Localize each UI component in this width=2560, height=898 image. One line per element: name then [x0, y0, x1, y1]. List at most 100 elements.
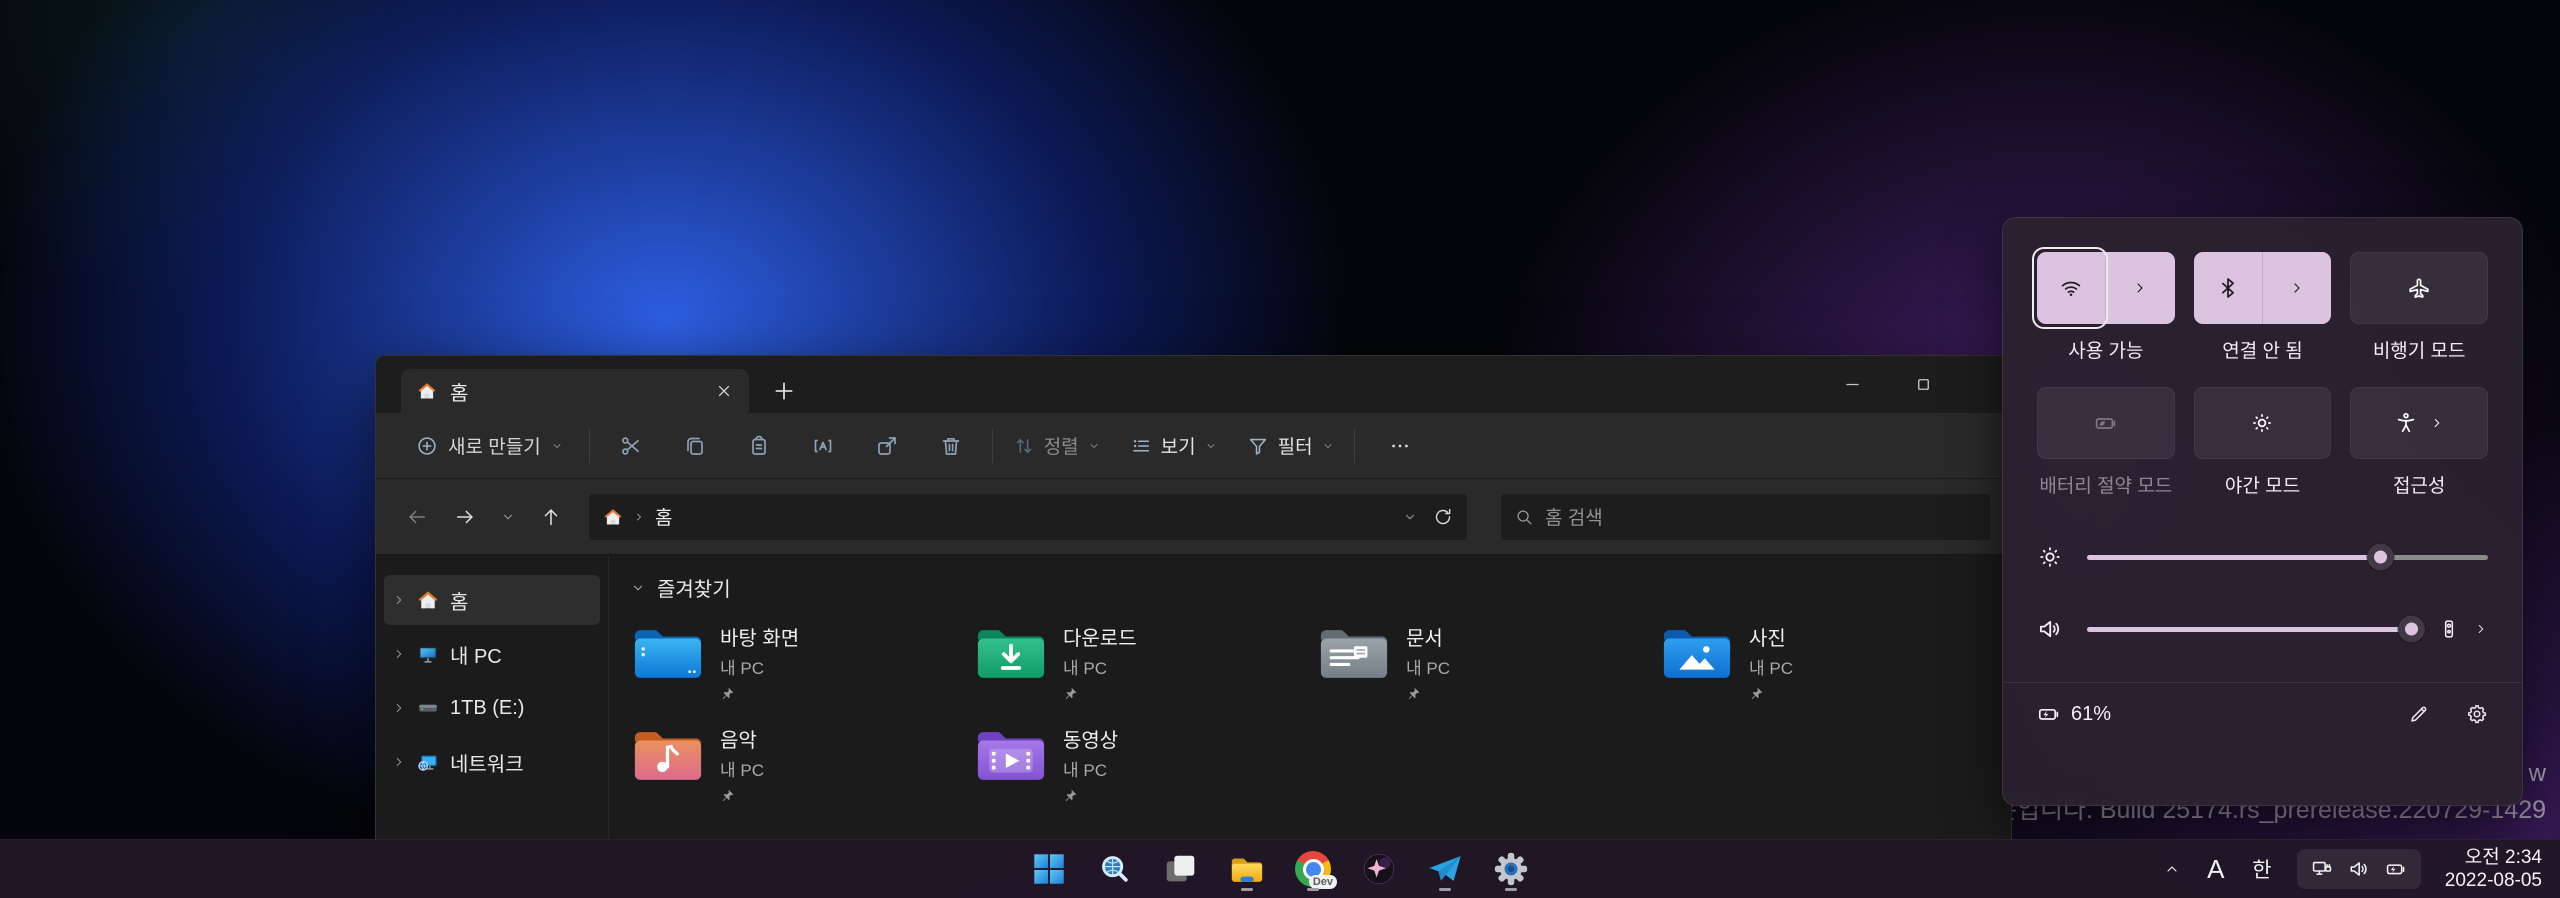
hidden-icons-button[interactable]	[2155, 849, 2189, 889]
cut-button[interactable]	[610, 425, 652, 467]
explorer-toolbar: 새로 만들기 정렬 보기 필터	[376, 413, 2011, 479]
taskbar-apps: Dev	[1026, 840, 1534, 898]
pictures-folder-icon	[1660, 622, 1734, 682]
audio-output-icon[interactable]	[2438, 618, 2460, 640]
brightness-track[interactable]	[2087, 555, 2488, 560]
folder-tile-pictures[interactable]: 사진 내 PC	[1660, 622, 2003, 724]
minimize-button[interactable]	[1843, 375, 1862, 394]
quick-toggle-airplane-mode[interactable]	[2350, 252, 2488, 324]
taskbar-task-view[interactable]	[1158, 846, 1204, 892]
explorer-tab-home[interactable]: 홈	[401, 369, 749, 413]
arrow-left-icon	[406, 506, 428, 528]
chevron-right-icon[interactable]	[2474, 622, 2488, 636]
settings-gear-button[interactable]	[2466, 703, 2488, 725]
share-icon	[875, 434, 899, 458]
taskbar-start[interactable]	[1026, 846, 1072, 892]
chevron-right-icon	[392, 647, 406, 661]
maximize-button[interactable]	[1914, 375, 1933, 394]
clock-time: 오전 2:34	[2445, 846, 2542, 869]
address-bar[interactable]: 홈	[588, 493, 1468, 541]
folder-tile-documents[interactable]: 문서 내 PC	[1317, 622, 1660, 724]
running-indicator	[1307, 888, 1319, 891]
paste-icon	[747, 434, 771, 458]
folder-tile-videos[interactable]: 동영상 내 PC	[974, 724, 1317, 826]
taskbar: Dev A 한 오전 2:34 2022-08-05	[0, 839, 2560, 898]
copy-button[interactable]	[674, 425, 716, 467]
edit-quick-settings-button[interactable]	[2408, 703, 2430, 725]
sidebar-item-network[interactable]: 네트워크	[384, 737, 600, 787]
file-explorer-window: 홈 새로 만들기 정렬 보기 필터 홈	[375, 355, 2012, 840]
quick-toggle-battery-saver[interactable]	[2037, 387, 2175, 459]
night-mode-icon	[2250, 411, 2274, 435]
tab-close-icon[interactable]	[715, 382, 733, 400]
forward-button[interactable]	[444, 496, 486, 538]
taskbar-chrome-dev[interactable]: Dev	[1290, 846, 1336, 892]
taskbar-star-app[interactable]	[1356, 846, 1402, 892]
music-folder-icon	[631, 724, 705, 784]
volume-track[interactable]	[2087, 627, 2414, 632]
favorites-section-header[interactable]: 즐겨찾기	[631, 573, 2011, 602]
videos-folder-icon	[974, 724, 1048, 784]
bluetooth-expand-button[interactable]	[2262, 252, 2331, 324]
settings-icon	[1492, 850, 1530, 888]
volume-slider[interactable]	[2037, 616, 2488, 642]
paste-button[interactable]	[738, 425, 780, 467]
volume-thumb[interactable]	[2398, 616, 2425, 643]
quick-toggle-wifi[interactable]	[2037, 252, 2175, 324]
ime-latin-indicator[interactable]: A	[2197, 849, 2235, 889]
delete-button[interactable]	[930, 425, 972, 467]
more-options-button[interactable]	[1379, 425, 1421, 467]
sort-menu-button[interactable]: 정렬	[1013, 432, 1100, 459]
filter-menu-button[interactable]: 필터	[1247, 432, 1334, 459]
search-icon	[1515, 508, 1533, 526]
up-button[interactable]	[530, 496, 572, 538]
wifi-expand-button[interactable]	[2105, 252, 2174, 324]
rename-button[interactable]	[802, 425, 844, 467]
battery-status[interactable]: 61%	[2037, 702, 2111, 726]
address-dropdown-icon[interactable]	[1403, 510, 1417, 524]
folder-tile-desktop[interactable]: 바탕 화면 내 PC	[631, 622, 974, 724]
pin-icon	[720, 686, 735, 701]
recent-locations-button[interactable]	[492, 496, 524, 538]
wifi-label: 사용 가능	[2068, 336, 2143, 363]
sidebar-item-label: 내 PC	[450, 640, 502, 669]
taskbar-search[interactable]	[1092, 846, 1138, 892]
new-button[interactable]: 새로 만들기	[410, 431, 569, 460]
brightness-icon	[2037, 544, 2063, 570]
downloads-folder-icon	[974, 622, 1048, 682]
ime-korean-indicator[interactable]: 한	[2243, 849, 2281, 889]
toolbar-divider	[992, 429, 993, 463]
start-icon	[1030, 850, 1068, 888]
clock[interactable]: 오전 2:34 2022-08-05	[2435, 841, 2552, 897]
insider-watermark-line1: w	[2529, 760, 2546, 788]
drive-e-icon	[417, 697, 439, 719]
share-button[interactable]	[866, 425, 908, 467]
brightness-thumb[interactable]	[2367, 544, 2394, 571]
sidebar-item-drive-e[interactable]: 1TB (E:)	[384, 683, 600, 733]
quick-toggle-bluetooth[interactable]	[2194, 252, 2332, 324]
quick-toggle-accessibility[interactable]	[2350, 387, 2488, 459]
folder-name: 사진	[1749, 622, 1786, 651]
chevron-right-icon	[2132, 280, 2148, 296]
sidebar-item-home[interactable]: 홈	[384, 575, 600, 625]
my-pc-icon	[417, 643, 439, 665]
new-tab-button[interactable]	[771, 378, 797, 404]
quick-toggle-night-mode[interactable]	[2194, 387, 2332, 459]
folder-name: 음악	[720, 724, 757, 753]
refresh-icon[interactable]	[1433, 507, 1453, 527]
chevron-right-icon	[633, 511, 645, 523]
accessibility-label: 접근성	[2393, 471, 2445, 498]
folder-tile-downloads[interactable]: 다운로드 내 PC	[974, 622, 1317, 724]
folder-tile-music[interactable]: 음악 내 PC	[631, 724, 974, 826]
explorer-sidebar: 홈 내 PC 1TB (E:) 네트워크	[376, 555, 609, 840]
sidebar-item-my-pc[interactable]: 내 PC	[384, 629, 600, 679]
brightness-slider[interactable]	[2037, 544, 2488, 570]
taskbar-telegram[interactable]	[1422, 846, 1468, 892]
taskbar-settings[interactable]	[1488, 846, 1534, 892]
taskbar-file-explorer[interactable]	[1224, 846, 1270, 892]
quick-settings-tray-button[interactable]	[2297, 849, 2421, 889]
search-input[interactable]: 홈 검색	[1500, 493, 1991, 541]
telegram-icon	[1426, 850, 1464, 888]
back-button[interactable]	[396, 496, 438, 538]
view-menu-button[interactable]: 보기	[1130, 432, 1217, 459]
